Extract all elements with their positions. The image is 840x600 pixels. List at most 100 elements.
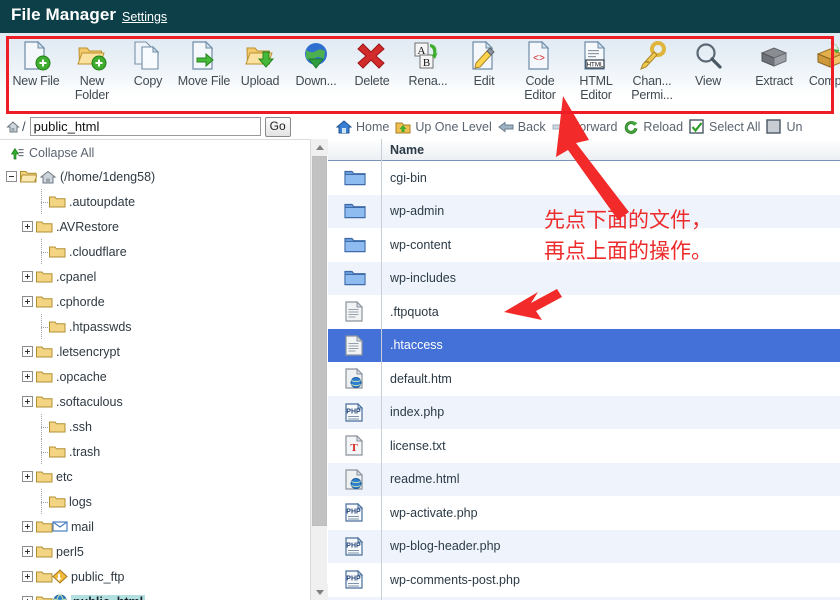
toolbar-button-movefile[interactable]: Move File bbox=[176, 39, 232, 88]
tree-scrollbar[interactable] bbox=[310, 139, 327, 600]
table-row[interactable]: default.htm bbox=[328, 362, 840, 396]
html-file-icon bbox=[344, 469, 366, 490]
toolbar-button-down[interactable]: Down... bbox=[288, 39, 344, 88]
tree-node-autoupdate[interactable]: .autoupdate bbox=[22, 189, 310, 214]
go-button[interactable]: Go bbox=[265, 117, 291, 137]
table-row[interactable]: PHPwp-blog-header.php bbox=[328, 530, 840, 564]
nav-button-back[interactable]: Back bbox=[498, 119, 548, 135]
tree-node-ssh[interactable]: .ssh bbox=[22, 414, 310, 439]
table-row[interactable]: readme.html bbox=[328, 463, 840, 497]
table-row[interactable]: wp-content bbox=[328, 228, 840, 262]
toolbar-button-htmleditor[interactable]: HTMLHTML Editor bbox=[568, 39, 624, 102]
nav-button-home[interactable]: Home bbox=[336, 119, 391, 135]
toolbar-button-codeeditor[interactable]: <>Code Editor bbox=[512, 39, 568, 102]
tree-node-cpanel[interactable]: .cpanel bbox=[22, 264, 310, 289]
tree-scroll-down-button[interactable] bbox=[311, 584, 328, 600]
tree-expander-plus[interactable] bbox=[22, 221, 33, 232]
table-row[interactable]: PHPwp-comments-post.php bbox=[328, 563, 840, 597]
folder-icon bbox=[49, 244, 66, 259]
tree-node-cphorde[interactable]: .cphorde bbox=[22, 289, 310, 314]
table-row[interactable]: PHPindex.php bbox=[328, 396, 840, 430]
path-bar: / Go bbox=[0, 114, 328, 139]
toolbar-button-newfile[interactable]: New File bbox=[8, 39, 64, 88]
svg-text:HTML: HTML bbox=[587, 62, 604, 69]
toolbar-button-label: Copy bbox=[134, 74, 162, 88]
toolbar-button-extract[interactable]: Extract bbox=[746, 39, 802, 88]
tree-children: .autoupdate .AVRestore .cloudflare.cpanel.… bbox=[6, 189, 310, 600]
file-icon-cell bbox=[328, 262, 382, 296]
file-list-rows: cgi-bin wp-adminwp-content wp-includes .ftp… bbox=[328, 161, 840, 600]
file-icon-cell bbox=[328, 161, 382, 195]
table-row[interactable]: PHPwp-activate.php bbox=[328, 496, 840, 530]
file-icon-cell: PHP bbox=[328, 496, 382, 530]
toolbar-button-edit[interactable]: Edit bbox=[456, 39, 512, 88]
tree-scroll-up-button[interactable] bbox=[311, 139, 328, 155]
tree-node-letsencrypt[interactable]: .letsencrypt bbox=[22, 339, 310, 364]
tree-expander-plus[interactable] bbox=[22, 596, 33, 600]
folder-icon bbox=[36, 369, 53, 384]
tree-node-softaculous[interactable]: .softaculous bbox=[22, 389, 310, 414]
table-row[interactable]: Tlicense.txt bbox=[328, 429, 840, 463]
table-row[interactable]: wp-admin bbox=[328, 195, 840, 229]
toolbar-button-copy[interactable]: Copy bbox=[120, 39, 176, 88]
tree-expander-plus[interactable] bbox=[22, 521, 33, 532]
tree-node-cloudflare[interactable]: .cloudflare bbox=[22, 239, 310, 264]
toolbar-button-label: Delete bbox=[355, 74, 390, 88]
path-input[interactable] bbox=[30, 117, 261, 136]
nav-button-un[interactable]: Un bbox=[766, 119, 804, 135]
table-row[interactable]: .htaccess bbox=[328, 329, 840, 363]
tree-node-htpasswds[interactable]: .htpasswds bbox=[22, 314, 310, 339]
toolbar-button-upload[interactable]: Upload bbox=[232, 39, 288, 88]
svg-text:B: B bbox=[423, 57, 430, 69]
table-row[interactable]: wp-includes bbox=[328, 262, 840, 296]
table-row[interactable]: .ftpquota bbox=[328, 295, 840, 329]
tree-node-trash[interactable]: .trash bbox=[22, 439, 310, 464]
nav-button-selectall[interactable]: Select All bbox=[689, 119, 762, 135]
table-row[interactable]: PHPwp-config-sample.php bbox=[328, 597, 840, 600]
tree-line bbox=[36, 489, 48, 514]
toolbar-button-view[interactable]: View bbox=[680, 39, 736, 88]
folder-icon bbox=[36, 544, 53, 559]
tree-node-public_ftp[interactable]: public_ftp bbox=[22, 564, 310, 589]
tree-scroll-thumb[interactable] bbox=[312, 156, 327, 526]
settings-link[interactable]: Settings bbox=[122, 10, 167, 24]
collapse-all-button[interactable]: Collapse All bbox=[0, 140, 310, 164]
tree-expander-plus[interactable] bbox=[22, 271, 33, 282]
tree-expander-plus[interactable] bbox=[22, 546, 33, 557]
tree-node-mail[interactable]: mail bbox=[22, 514, 310, 539]
toolbar-button-comp[interactable]: Comp... bbox=[802, 39, 840, 88]
tree-node-public_html[interactable]: public_html bbox=[22, 589, 310, 600]
tree-node-avrestore[interactable]: .AVRestore bbox=[22, 214, 310, 239]
file-name: cgi-bin bbox=[382, 171, 427, 185]
tree-expander-plus[interactable] bbox=[22, 371, 33, 382]
tree-node-label: .AVRestore bbox=[56, 220, 119, 234]
tree-node-logs[interactable]: logs bbox=[22, 489, 310, 514]
toolbar-button-newfolder[interactable]: New Folder bbox=[64, 39, 120, 102]
nav-button-reload[interactable]: Reload bbox=[623, 119, 685, 135]
tree-node-label: .autoupdate bbox=[69, 195, 135, 209]
toolbar-button-label: Rena... bbox=[409, 74, 448, 88]
table-row[interactable]: cgi-bin bbox=[328, 161, 840, 195]
tree-node-label: mail bbox=[71, 520, 94, 534]
tree-expander-plus[interactable] bbox=[22, 471, 33, 482]
nav-button-uponelevel[interactable]: Up One Level bbox=[395, 119, 493, 135]
nav-button-forward[interactable]: Forward bbox=[552, 119, 620, 135]
file-name: wp-includes bbox=[382, 271, 456, 285]
tree-expander-plus[interactable] bbox=[22, 571, 33, 582]
tree-node-perl5[interactable]: perl5 bbox=[22, 539, 310, 564]
tree-expander-plus[interactable] bbox=[22, 346, 33, 357]
tree-node-label: perl5 bbox=[56, 545, 84, 559]
tree-expander-plus[interactable] bbox=[22, 396, 33, 407]
file-manager-window: File Manager Settings New FileNew Folder… bbox=[0, 0, 840, 600]
tree-node-etc[interactable]: etc bbox=[22, 464, 310, 489]
toolbar-button-delete[interactable]: Delete bbox=[344, 39, 400, 88]
tree-line bbox=[36, 439, 48, 464]
tree-expander-plus[interactable] bbox=[22, 296, 33, 307]
tree-node-label: logs bbox=[69, 495, 92, 509]
toolbar-button-rena[interactable]: ABRena... bbox=[400, 39, 456, 88]
directory-tree: (/home/1deng58) .autoupdate .AVRestore .clo… bbox=[0, 164, 310, 600]
tree-node-opcache[interactable]: .opcache bbox=[22, 364, 310, 389]
toolbar-button-chanpermi[interactable]: Chan... Permi... bbox=[624, 39, 680, 102]
tree-node-root[interactable]: (/home/1deng58) bbox=[6, 164, 310, 189]
tree-expander-minus[interactable] bbox=[6, 171, 17, 182]
